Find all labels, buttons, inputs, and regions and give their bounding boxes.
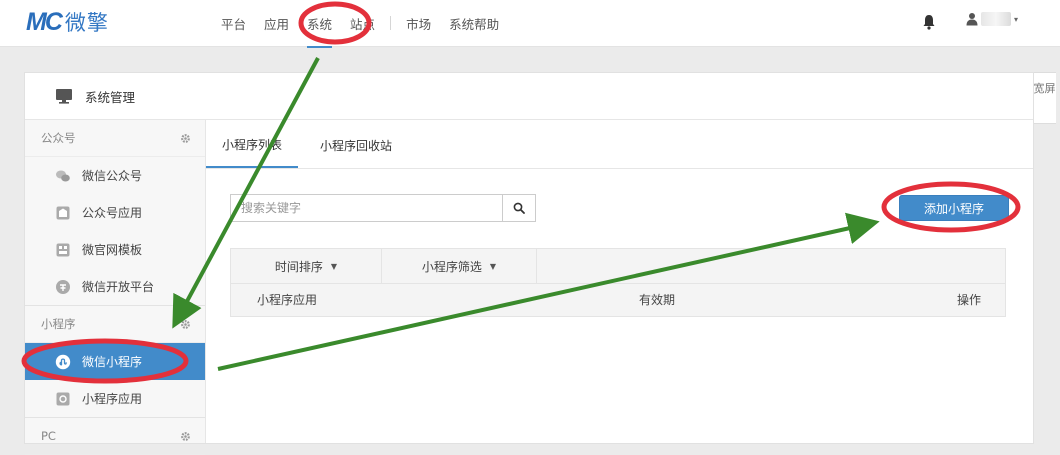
sidebar-item-miniprogram-apps[interactable]: 小程序应用 xyxy=(25,380,205,417)
sidebar: 公众号 微信公众号 公众号应用 微官网模板 微信开放平台 小程序 微信小程序 小… xyxy=(25,120,206,455)
miniprogram-icon xyxy=(55,354,71,369)
user-menu[interactable]: ▾ xyxy=(966,12,1018,26)
monitor-icon xyxy=(56,89,72,104)
nav-item-help[interactable]: 系统帮助 xyxy=(440,14,508,33)
logo-mark: MC xyxy=(26,7,63,36)
nav-item-system[interactable]: 系统 xyxy=(298,14,341,48)
sidebar-item-wechat-account[interactable]: 微信公众号 xyxy=(25,157,205,194)
content-area: 小程序列表 小程序回收站 添加小程序 时间排序 ▼ 小程序筛选 xyxy=(206,120,1033,443)
caret-down-icon: ▼ xyxy=(489,261,497,271)
sidebar-item-account-apps[interactable]: 公众号应用 xyxy=(25,194,205,231)
sidebar-item-label: 小程序应用 xyxy=(82,392,143,406)
column-header-app: 小程序应用 xyxy=(257,293,318,307)
table-header: 小程序应用 有效期 操作 xyxy=(231,284,1005,316)
template-icon xyxy=(56,243,70,256)
sidebar-item-label: 微官网模板 xyxy=(82,243,143,257)
panel-header: 系统管理 xyxy=(25,73,1033,120)
app-icon xyxy=(56,206,70,219)
panel-title: 系统管理 xyxy=(85,89,136,105)
miniprogram-table: 时间排序 ▼ 小程序筛选 ▼ 小程序应用 有效期 操作 xyxy=(230,248,1006,317)
widescreen-toggle[interactable]: 宽屏 xyxy=(1032,72,1056,124)
gear-icon[interactable] xyxy=(180,133,191,144)
tab-miniprogram-recycle-bin[interactable]: 小程序回收站 xyxy=(304,122,408,168)
miniprogram-filter-dropdown[interactable]: 小程序筛选 ▼ xyxy=(382,249,537,283)
dropdown-label: 时间排序 xyxy=(274,259,323,274)
dropdown-label: 小程序筛选 xyxy=(421,259,482,274)
tab-bar: 小程序列表 小程序回收站 xyxy=(206,120,1033,169)
tab-miniprogram-list[interactable]: 小程序列表 xyxy=(206,122,299,168)
search-button[interactable] xyxy=(502,195,535,221)
search-icon xyxy=(513,202,525,214)
gear-icon[interactable] xyxy=(180,319,191,330)
add-miniprogram-button[interactable]: 添加小程序 xyxy=(899,195,1009,221)
chevron-down-icon: ▾ xyxy=(1014,14,1019,24)
sidebar-group-official-account: 公众号 xyxy=(25,120,205,157)
sidebar-item-label: 微信开放平台 xyxy=(82,280,155,294)
nav-item-apps[interactable]: 应用 xyxy=(255,14,298,33)
sidebar-item-label: 微信公众号 xyxy=(82,169,143,183)
sidebar-group-title: 公众号 xyxy=(41,131,76,145)
sidebar-group-title: PC xyxy=(41,429,56,443)
nav-item-platform[interactable]: 平台 xyxy=(212,14,255,33)
gear-icon[interactable] xyxy=(180,431,191,442)
sidebar-group-pc: PC xyxy=(25,417,205,455)
open-platform-icon xyxy=(56,279,70,294)
sidebar-item-label: 公众号应用 xyxy=(82,206,143,220)
sidebar-item-open-platform[interactable]: 微信开放平台 xyxy=(25,268,205,305)
search-input[interactable] xyxy=(231,195,502,221)
column-header-actions: 操作 xyxy=(956,293,981,307)
logo-text: 微擎 xyxy=(64,11,109,35)
sidebar-item-wechat-miniprogram[interactable]: 微信小程序 xyxy=(25,343,205,380)
search-box xyxy=(230,194,536,222)
sidebar-group-title: 小程序 xyxy=(41,317,76,331)
nav-divider xyxy=(390,16,392,30)
wechat-icon xyxy=(56,170,70,181)
column-header-validity: 有效期 xyxy=(639,293,676,307)
caret-down-icon: ▼ xyxy=(330,261,338,271)
main-nav: 平台 应用 系统 站点 市场 系统帮助 xyxy=(212,0,508,48)
sidebar-item-site-templates[interactable]: 微官网模板 xyxy=(25,231,205,268)
nav-item-site[interactable]: 站点 xyxy=(341,14,384,33)
bell-icon[interactable] xyxy=(922,14,936,30)
logo[interactable]: MC 微擎 xyxy=(26,8,109,36)
system-panel: 系统管理 公众号 微信公众号 公众号应用 微官网模板 微信开放平台 小程序 微信… xyxy=(24,72,1034,455)
sidebar-group-miniprogram: 小程序 xyxy=(25,305,205,343)
user-name-redacted xyxy=(981,12,1011,26)
miniprogram-app-icon xyxy=(56,392,70,405)
user-icon xyxy=(966,13,978,26)
top-navbar: MC 微擎 平台 应用 系统 站点 市场 系统帮助 ▾ xyxy=(0,0,1060,48)
table-filter-bar: 时间排序 ▼ 小程序筛选 ▼ xyxy=(231,249,1005,284)
sidebar-item-label: 微信小程序 xyxy=(82,355,143,369)
nav-item-market[interactable]: 市场 xyxy=(397,14,440,33)
sort-by-time-dropdown[interactable]: 时间排序 ▼ xyxy=(231,249,382,283)
